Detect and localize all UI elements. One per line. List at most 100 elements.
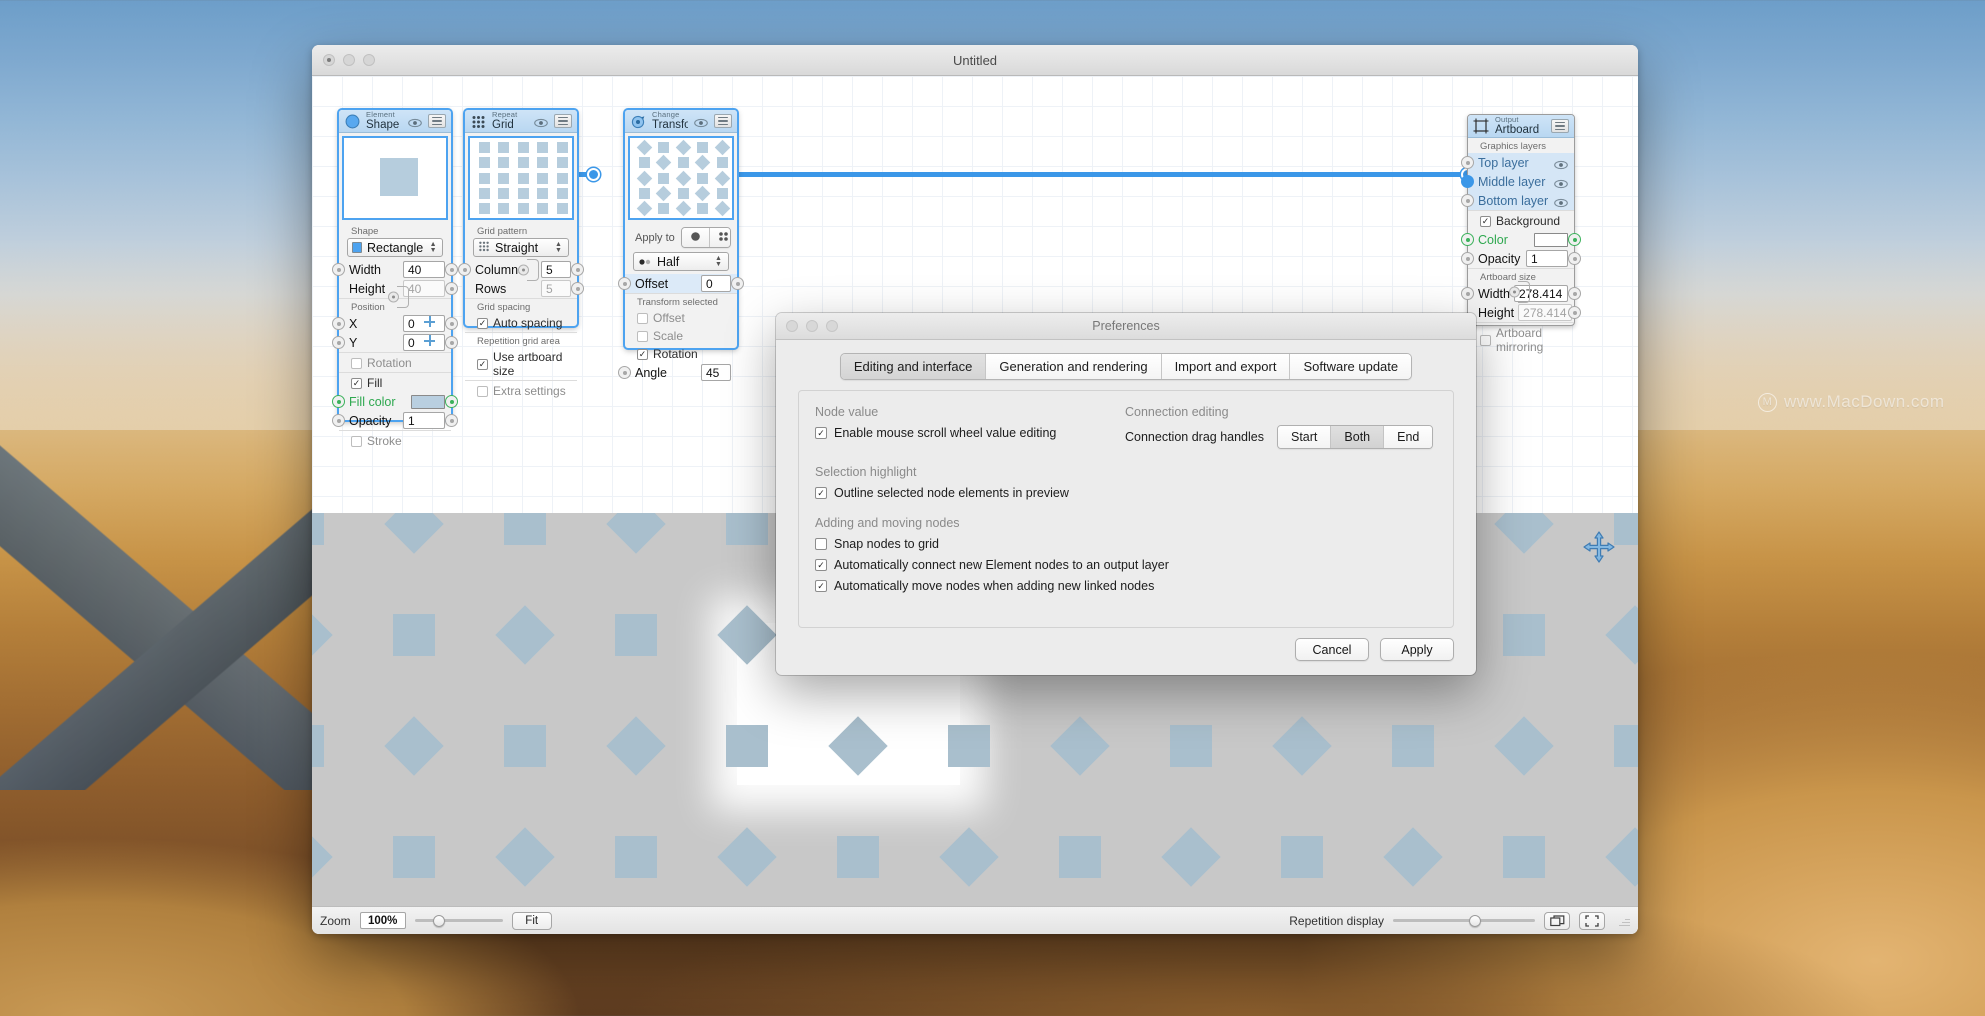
tab-software-update[interactable]: Software update	[1290, 354, 1412, 379]
port-opacity-in[interactable]	[332, 414, 345, 427]
port-rows-out[interactable]	[571, 282, 584, 295]
row-rows[interactable]: Rows 5	[465, 279, 584, 298]
use-artboard-size-row[interactable]: ✓ Use artboard size	[465, 348, 577, 380]
chevron-updown-icon[interactable]: ▲ ▼	[553, 240, 564, 255]
node-shape-preview[interactable]	[342, 136, 448, 220]
automove-row[interactable]: ✓ Automatically move nodes when adding n…	[815, 579, 1437, 593]
port-bottom-layer[interactable]	[1461, 194, 1474, 207]
eye-icon[interactable]	[694, 116, 708, 128]
height-input[interactable]: 40	[403, 280, 445, 297]
auto-spacing-checkbox[interactable]: ✓	[477, 317, 488, 329]
t-scale-checkbox[interactable]	[637, 330, 648, 342]
opacity-input[interactable]: 1	[403, 412, 445, 429]
port-color-in[interactable]	[1461, 233, 1474, 246]
segment-end[interactable]: End	[1384, 426, 1433, 448]
fit-button[interactable]: Fit	[511, 911, 552, 930]
x-move-icon[interactable]	[424, 316, 435, 327]
cancel-button[interactable]: Cancel	[1295, 638, 1369, 661]
port-ab-width-in[interactable]	[1461, 287, 1474, 300]
y-move-icon[interactable]	[424, 335, 435, 346]
columns-input[interactable]: 5	[541, 261, 571, 278]
stroke-checkbox[interactable]	[351, 435, 362, 447]
node-shape-header[interactable]: Element Shape	[339, 110, 451, 133]
port-columns-out[interactable]	[571, 263, 584, 276]
port-y-in[interactable]	[332, 336, 345, 349]
layer-row-bottom[interactable]: Bottom layer	[1461, 191, 1574, 210]
width-input[interactable]: 40	[403, 261, 445, 278]
drag-handles-segmented[interactable]: Start Both End	[1277, 425, 1434, 449]
rows-input[interactable]: 5	[541, 280, 571, 297]
port-ab-width-out[interactable]	[1568, 287, 1581, 300]
port-opacity-out[interactable]	[445, 414, 458, 427]
fullscreen-icon[interactable]	[1579, 911, 1605, 930]
row-opacity[interactable]: Opacity 1	[332, 411, 458, 430]
snap-nodes-checkbox[interactable]	[815, 538, 827, 550]
artboard-width-input[interactable]: 278.414	[1513, 285, 1568, 302]
row-offset[interactable]: Offset 0	[618, 274, 744, 293]
zoom-button[interactable]	[363, 54, 375, 66]
port-offset-in[interactable]	[618, 277, 631, 290]
hamburger-icon[interactable]	[428, 114, 446, 128]
port-width-in[interactable]	[332, 263, 345, 276]
tab-editing-and-interface[interactable]: Editing and interface	[840, 354, 987, 379]
fill-color-well[interactable]	[411, 394, 445, 409]
row-fill-color[interactable]: Fill color	[332, 392, 458, 411]
port-x-out[interactable]	[445, 317, 458, 330]
fill-checkbox[interactable]: ✓	[351, 377, 362, 389]
row-x[interactable]: X 0	[332, 314, 458, 333]
t-rotation-checkbox[interactable]: ✓	[637, 348, 648, 360]
port-angle-in[interactable]	[618, 366, 631, 379]
auto-spacing-row[interactable]: ✓ Auto spacing	[465, 314, 577, 332]
stroke-checkbox-row[interactable]: Stroke	[339, 430, 451, 450]
eye-icon[interactable]	[534, 116, 548, 128]
row-artboard-width[interactable]: Width 278.414	[1461, 284, 1581, 303]
segment-start[interactable]: Start	[1278, 426, 1332, 448]
extra-settings-row[interactable]: Extra settings	[465, 380, 577, 400]
port-ab-opacity-in[interactable]	[1461, 252, 1474, 265]
port-columns-in[interactable]	[458, 263, 471, 276]
row-width[interactable]: Width 40	[332, 260, 458, 279]
row-y[interactable]: Y 0	[332, 333, 458, 352]
node-grid-header[interactable]: Repeat Grid	[465, 110, 577, 133]
node-transform[interactable]: Change Transform Apply to	[618, 109, 744, 381]
port-height-out[interactable]	[445, 282, 458, 295]
node-transform-preview[interactable]	[628, 136, 734, 220]
t-rotation-row[interactable]: ✓ Rotation	[625, 345, 737, 363]
offset-input[interactable]: 0	[701, 275, 731, 292]
background-checkbox-row[interactable]: ✓ Background	[1468, 210, 1574, 230]
node-transform-header[interactable]: Change Transform	[625, 110, 737, 133]
t-offset-row[interactable]: Offset	[625, 309, 737, 327]
repetition-display-slider[interactable]	[1393, 913, 1535, 929]
port-color-out[interactable]	[1568, 233, 1581, 246]
layer-row-top[interactable]: Top layer	[1461, 153, 1574, 172]
row-artboard-height[interactable]: Height 278.414	[1468, 303, 1581, 322]
connection-handle-in-transform[interactable]	[587, 168, 600, 181]
scroll-wheel-checkbox[interactable]: ✓	[815, 427, 827, 439]
apply-to-all-button[interactable]	[681, 228, 710, 247]
grid-pattern-popup[interactable]: Straight ▲ ▼	[473, 238, 569, 257]
artboard-mirroring-row[interactable]: Artboard mirroring	[1468, 322, 1574, 356]
tab-generation-and-rendering[interactable]: Generation and rendering	[986, 354, 1162, 379]
port-fillcolor-out[interactable]	[445, 395, 458, 408]
outline-selected-row[interactable]: ✓ Outline selected node elements in prev…	[815, 486, 1437, 500]
row-artboard-color[interactable]: Color	[1461, 230, 1581, 249]
artboard-opacity-input[interactable]: 1	[1526, 250, 1568, 267]
node-shape[interactable]: Element Shape Shape Rectangle ▲ ▼ Width …	[332, 109, 458, 448]
scroll-wheel-row[interactable]: ✓ Enable mouse scroll wheel value editin…	[815, 426, 1125, 440]
shape-type-popup[interactable]: Rectangle ▲ ▼	[347, 238, 443, 257]
port-offset-out[interactable]	[731, 277, 744, 290]
artboard-mirroring-checkbox[interactable]	[1480, 334, 1491, 346]
row-artboard-opacity[interactable]: Opacity 1	[1461, 249, 1581, 268]
outline-selected-checkbox[interactable]: ✓	[815, 487, 827, 499]
minimize-button[interactable]	[343, 54, 355, 66]
eye-icon[interactable]	[1554, 196, 1568, 207]
tab-import-and-export[interactable]: Import and export	[1161, 354, 1291, 379]
zoom-slider-knob[interactable]	[432, 914, 445, 927]
eye-icon[interactable]	[408, 116, 422, 128]
preferences-dialog[interactable]: Preferences Editing and interface Genera…	[776, 313, 1476, 675]
port-x-in[interactable]	[332, 317, 345, 330]
autoconnect-checkbox[interactable]: ✓	[815, 559, 827, 571]
eye-icon[interactable]	[1554, 158, 1568, 169]
node-grid-preview[interactable]	[468, 136, 574, 220]
hamburger-icon[interactable]	[714, 114, 732, 128]
